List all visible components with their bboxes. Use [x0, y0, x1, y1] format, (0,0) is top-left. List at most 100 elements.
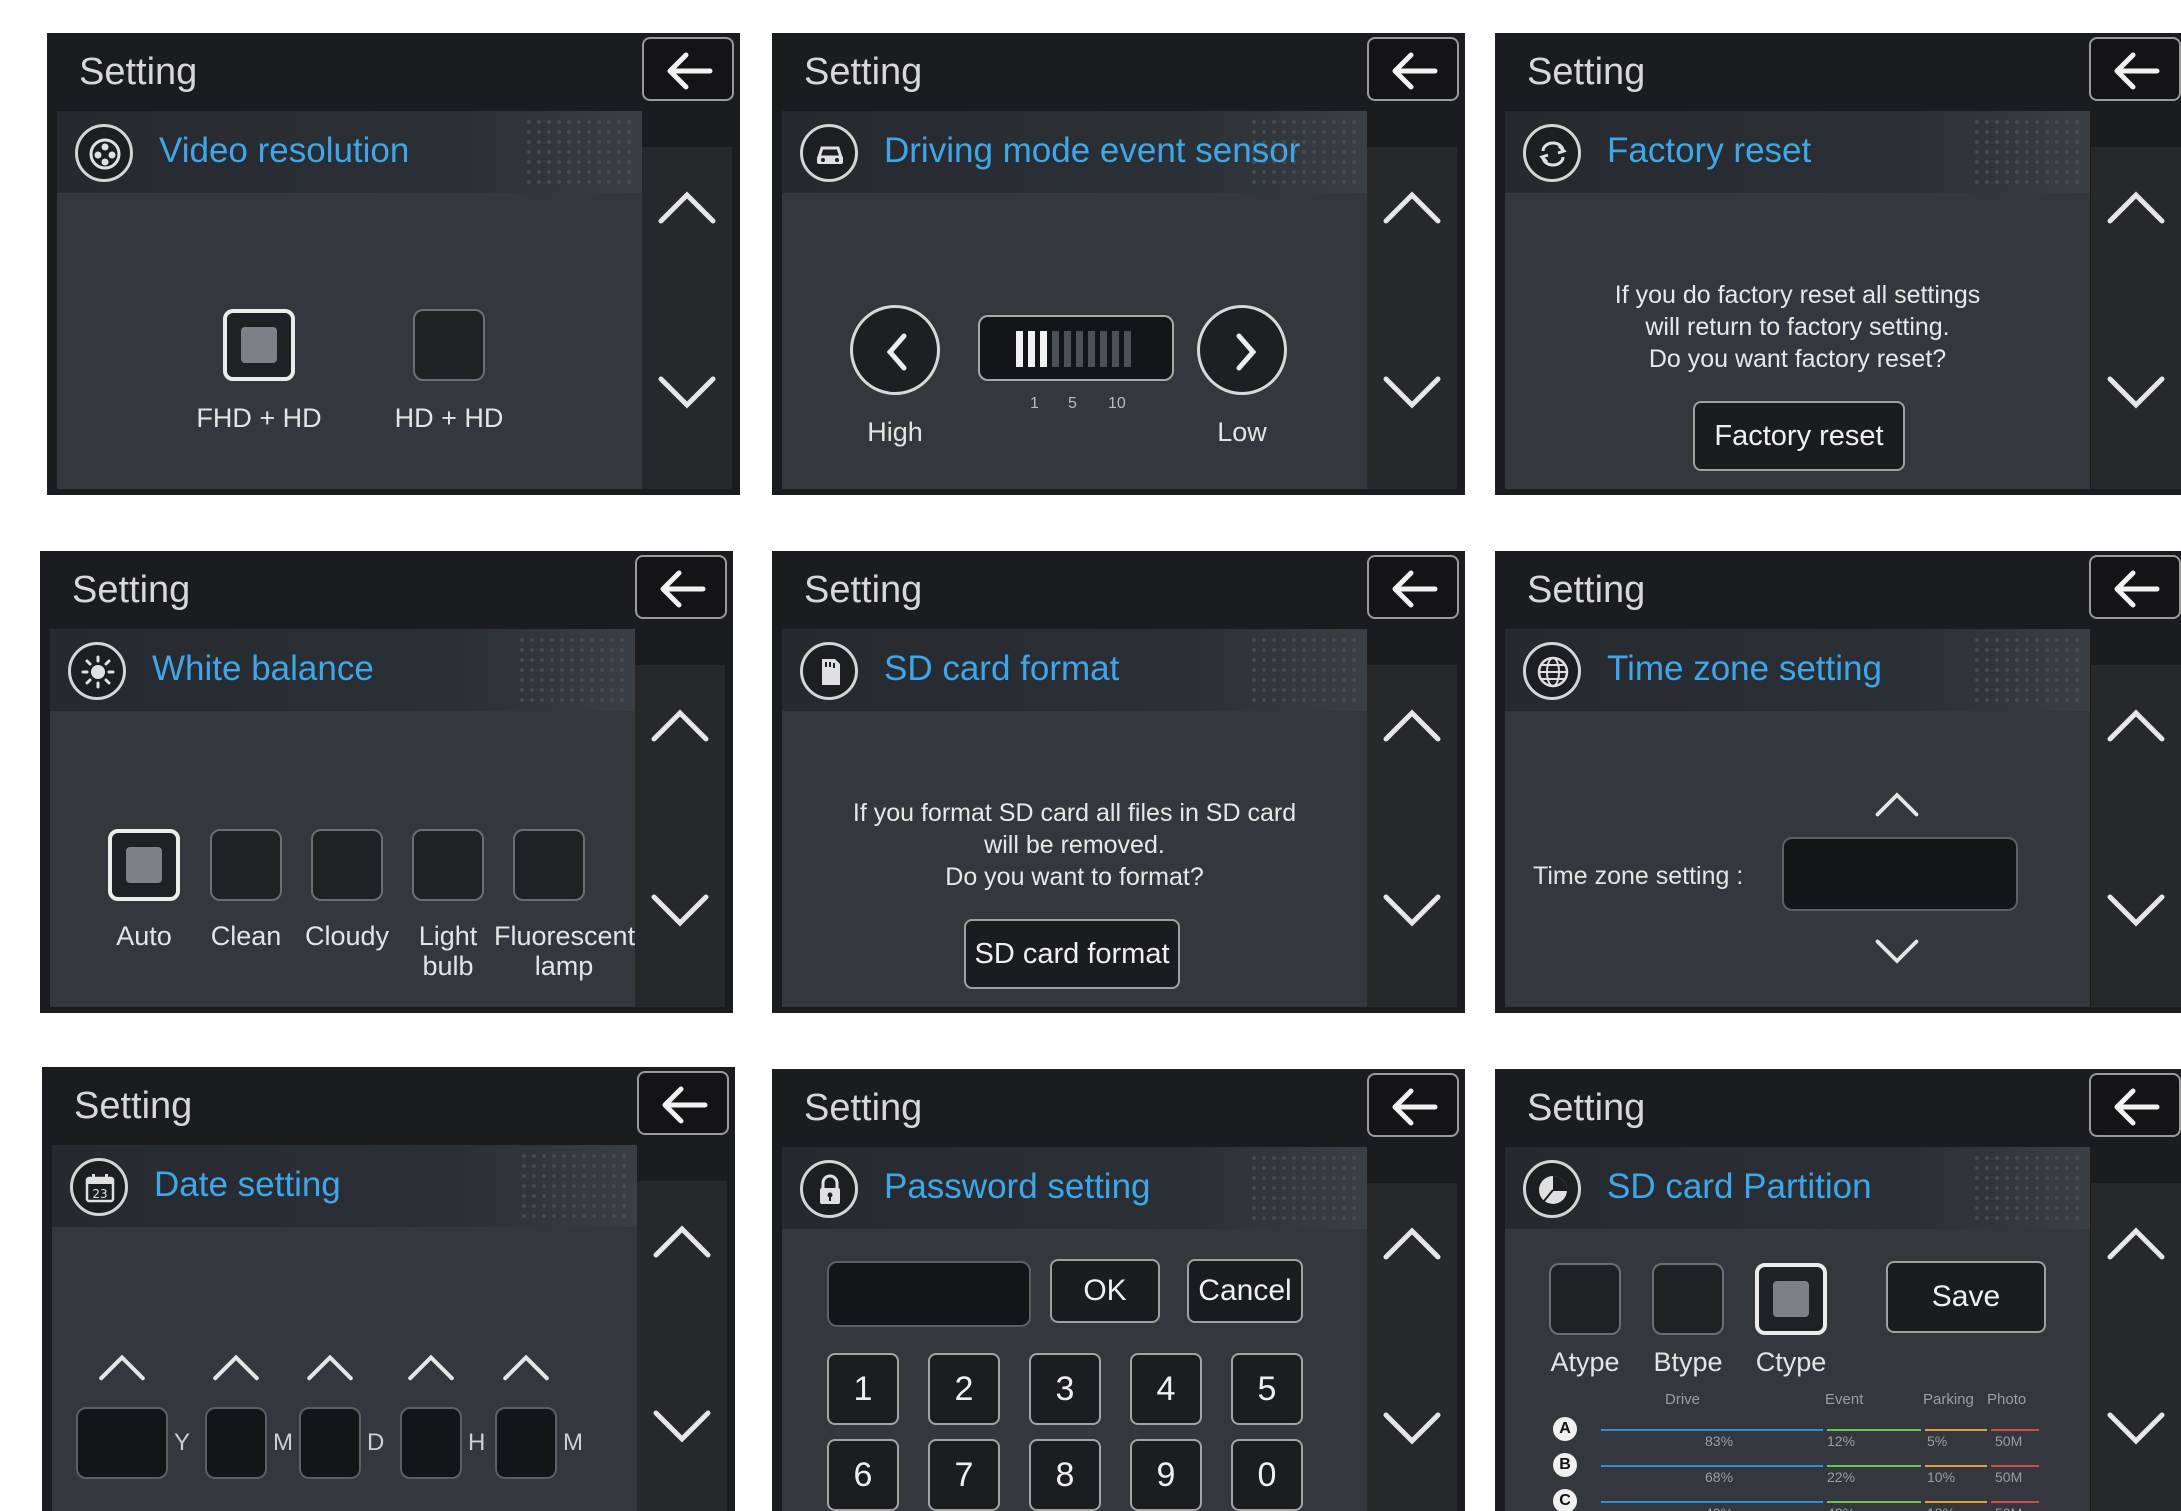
- scroll-up-icon[interactable]: [1382, 187, 1442, 227]
- scroll-down-icon[interactable]: [2106, 373, 2166, 413]
- increment-chevron-icon[interactable]: [96, 1351, 148, 1383]
- section-header: SD card format: [782, 629, 1367, 711]
- section-title: SD card format: [884, 649, 1120, 688]
- scroll-up-icon[interactable]: [650, 705, 710, 745]
- date-field[interactable]: [495, 1407, 557, 1479]
- scroll-down-icon[interactable]: [650, 891, 710, 931]
- scroll-down-icon[interactable]: [1382, 373, 1442, 413]
- keypad-key-6[interactable]: 6: [827, 1439, 899, 1511]
- dot-pattern: [524, 117, 634, 187]
- increase-button[interactable]: [1197, 305, 1287, 395]
- increment-chevron-icon[interactable]: [405, 1351, 457, 1383]
- wb-cloudy-checkbox[interactable]: [311, 829, 383, 901]
- level-tick: [1088, 331, 1095, 367]
- keypad-key-1[interactable]: 1: [827, 1353, 899, 1425]
- scroll-down-icon[interactable]: [1382, 1409, 1442, 1449]
- partition-column-header: Photo: [1987, 1391, 2027, 1408]
- increment-chevron-icon[interactable]: [304, 1351, 356, 1383]
- scroll-up-icon[interactable]: [652, 1221, 712, 1261]
- scroll-rail: [2091, 665, 2181, 1007]
- scroll-rail: [1367, 665, 1457, 1007]
- back-button[interactable]: [2089, 37, 2181, 101]
- option-label: FHD + HD: [196, 403, 322, 433]
- wb-clean-checkbox[interactable]: [210, 829, 282, 901]
- sun-icon: [68, 642, 126, 700]
- scroll-rail: [2091, 147, 2181, 489]
- high-label: High: [867, 417, 923, 447]
- scale-label: 10: [1108, 395, 1126, 412]
- time-zone-field[interactable]: [1782, 837, 2018, 911]
- section-title: Factory reset: [1607, 131, 1812, 170]
- scroll-down-icon[interactable]: [652, 1407, 712, 1447]
- scroll-down-icon[interactable]: [1382, 891, 1442, 931]
- increment-chevron-icon[interactable]: [210, 1351, 262, 1383]
- scroll-up-icon[interactable]: [1382, 1223, 1442, 1263]
- partition-row-badge: A: [1553, 1417, 1577, 1441]
- back-arrow-icon: [2111, 51, 2161, 91]
- option-label: Fluorescent: [494, 921, 636, 951]
- option-fhd-hd-checkbox[interactable]: [223, 309, 295, 381]
- scroll-down-icon[interactable]: [657, 373, 717, 413]
- date-field[interactable]: [400, 1407, 462, 1479]
- scroll-up-icon[interactable]: [1382, 705, 1442, 745]
- wb-auto-checkbox[interactable]: [108, 829, 180, 901]
- back-button[interactable]: [642, 37, 734, 101]
- back-button[interactable]: [2089, 555, 2181, 619]
- tz-up-icon[interactable]: [1872, 789, 1922, 819]
- back-button[interactable]: [1367, 37, 1459, 101]
- keypad-key-3[interactable]: 3: [1029, 1353, 1101, 1425]
- date-fields: YMDHM: [52, 1145, 637, 1511]
- partition-value: 22%: [1827, 1469, 1856, 1485]
- scroll-up-icon[interactable]: [2106, 187, 2166, 227]
- tz-down-icon[interactable]: [1872, 937, 1922, 967]
- back-button[interactable]: [1367, 555, 1459, 619]
- wb-light-bulb-checkbox[interactable]: [412, 829, 484, 901]
- scroll-up-icon[interactable]: [2106, 1223, 2166, 1263]
- keypad-key-9[interactable]: 9: [1130, 1439, 1202, 1511]
- panel-title: Setting: [804, 51, 923, 93]
- content-area: White balance Auto Clean Cloudy Light bu…: [50, 629, 635, 1007]
- scroll-down-icon[interactable]: [2106, 891, 2166, 931]
- partition-value: 42%: [1827, 1505, 1855, 1511]
- back-button[interactable]: [635, 555, 727, 619]
- sensitivity-level-bar[interactable]: [978, 315, 1174, 381]
- keypad-key-5[interactable]: 5: [1231, 1353, 1303, 1425]
- scale-label: 5: [1068, 395, 1077, 412]
- back-button[interactable]: [1367, 1073, 1459, 1137]
- sd-format-button[interactable]: SD card format: [964, 919, 1180, 989]
- dot-pattern: [1972, 117, 2082, 187]
- date-field[interactable]: [205, 1407, 267, 1479]
- scroll-rail: [1367, 1183, 1457, 1511]
- date-field[interactable]: [299, 1407, 361, 1479]
- wb-fluorescent-checkbox[interactable]: [513, 829, 585, 901]
- date-field[interactable]: [76, 1407, 168, 1479]
- partition-row-badge: C: [1553, 1489, 1577, 1511]
- partition-bar-segment: [1827, 1465, 1921, 1467]
- scroll-up-icon[interactable]: [657, 187, 717, 227]
- keypad-key-0[interactable]: 0: [1231, 1439, 1303, 1511]
- content-area: Video resolution FHD + HD HD + HD: [57, 111, 642, 489]
- option-hd-hd-checkbox[interactable]: [413, 309, 485, 381]
- back-button[interactable]: [2089, 1073, 2181, 1137]
- keypad-key-4[interactable]: 4: [1130, 1353, 1202, 1425]
- partition-value: 83%: [1705, 1433, 1734, 1449]
- back-button[interactable]: [637, 1071, 729, 1135]
- panel-driving-sensor: Setting Driving mode event sensor 1 5 10…: [772, 33, 1465, 495]
- keypad-key-2[interactable]: 2: [928, 1353, 1000, 1425]
- decrease-button[interactable]: [850, 305, 940, 395]
- back-arrow-icon: [1389, 1087, 1439, 1127]
- globe-icon: [1523, 642, 1581, 700]
- scroll-down-icon[interactable]: [2106, 1409, 2166, 1449]
- partition-bar-segment: [1827, 1501, 1921, 1503]
- keypad-key-7[interactable]: 7: [928, 1439, 1000, 1511]
- back-arrow-icon: [1389, 569, 1439, 609]
- partition-table: Drive Event Parking Photo A 83% 12% 5% 50M B 68% 22…: [1505, 1147, 2090, 1511]
- back-arrow-icon: [659, 1085, 709, 1125]
- increment-chevron-icon[interactable]: [500, 1351, 552, 1383]
- factory-reset-button[interactable]: Factory reset: [1693, 401, 1905, 471]
- panel-title: Setting: [72, 569, 191, 611]
- option-label: Auto: [116, 921, 172, 951]
- keypad-key-8[interactable]: 8: [1029, 1439, 1101, 1511]
- scroll-up-icon[interactable]: [2106, 705, 2166, 745]
- section-title: White balance: [152, 649, 374, 688]
